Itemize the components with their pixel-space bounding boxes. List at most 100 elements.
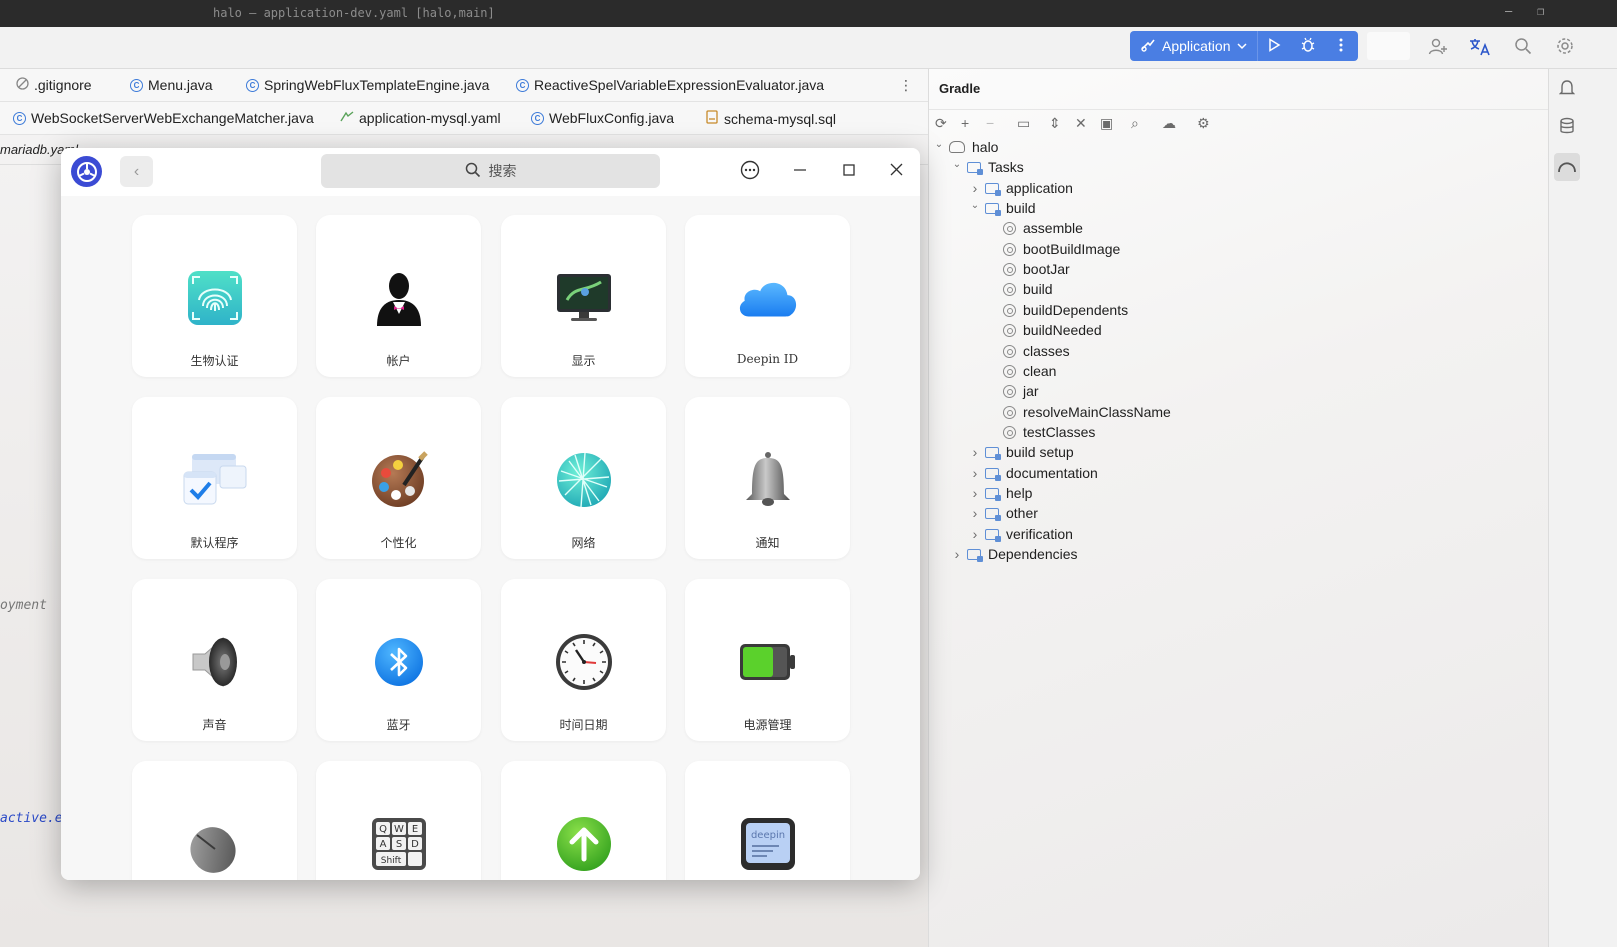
restore-window-button[interactable]: ❐ [1537,4,1544,18]
maximize-button[interactable] [838,160,860,182]
module-card[interactable]: deepin [685,761,850,880]
search-icon[interactable] [1514,37,1532,58]
close-icon [890,163,903,179]
gradle-task-row[interactable]: clean [987,361,1056,381]
code-fragment: active.e [0,811,63,826]
debug-button[interactable] [1291,31,1325,61]
add-user-icon[interactable] [1428,37,1448,60]
gradle-task-icon [1003,384,1016,398]
gradle-tree-node[interactable]: › verification [969,524,1073,544]
gradle-task-row[interactable]: assemble [987,218,1083,238]
editor-tab[interactable]: C WebSocketServerWebExchangeMatcher.java [13,110,314,126]
gradle-task-row[interactable]: build [987,279,1053,299]
gradle-tree-node[interactable]: ⌄ build [969,198,1036,218]
chevron-right-icon[interactable]: › [969,465,981,481]
menu-button[interactable] [739,160,761,182]
gradle-tree-node[interactable]: › other [969,503,1038,523]
module-card[interactable]: 显示 [501,215,666,377]
gradle-tree-label: Tasks [988,159,1024,175]
module-card[interactable]: 网络 [501,397,666,559]
gradle-tree-node[interactable]: › help [969,483,1033,503]
tabs-more-icon[interactable]: ⋮ [899,77,913,94]
chevron-right-icon[interactable]: › [969,526,981,542]
gear-icon[interactable] [1556,37,1574,58]
editor-tab[interactable]: application-mysql.yaml [340,110,501,126]
chevron-down-icon[interactable]: ⌄ [933,139,945,150]
notifications-icon[interactable] [1558,79,1577,97]
gradle-tree-node[interactable]: ⌄ halo [933,137,999,157]
account-icon [366,265,432,331]
close-button[interactable] [885,160,907,182]
editor-tab[interactable]: .gitignore [16,77,92,93]
add-icon[interactable]: + [961,116,969,130]
minimize-window-button[interactable]: — [1505,4,1512,18]
gradle-settings-icon[interactable]: ⚙ [1197,116,1210,130]
gradle-tree-node[interactable]: › application [969,178,1073,198]
module-card[interactable] [501,761,666,880]
database-icon[interactable] [1559,117,1577,135]
right-tool-strip [1548,69,1617,947]
minimize-button[interactable] [789,160,811,182]
chevron-right-icon[interactable]: › [969,444,981,460]
gradle-tree-node[interactable]: › Dependencies [951,544,1078,564]
back-button[interactable]: ‹ [120,156,153,187]
editor-tab[interactable]: C WebFluxConfig.java [531,110,674,126]
module-grid: 生物认证 帐户 显示 Deepin ID 默认程序 个性化 网络 通知 声音 蓝… [61,196,920,880]
gradle-tree-node[interactable]: › build setup [969,442,1074,462]
expand-all-icon[interactable]: ⇕ [1049,116,1061,130]
gradle-task-row[interactable]: buildDependents [987,300,1128,320]
gradle-tool-icon[interactable] [1554,153,1580,181]
module-card[interactable]: Q W E A S D Shift [316,761,481,880]
module-card[interactable]: 蓝牙 [316,579,481,741]
gradle-tree-label: resolveMainClassName [1023,404,1171,420]
reload-icon[interactable]: ⟳ [935,116,947,130]
analyze-dependencies-icon[interactable]: ⌕ [1131,116,1139,130]
chevron-right-icon[interactable]: › [969,180,981,196]
bluetooth-icon [366,629,432,695]
chevron-right-icon[interactable]: › [969,485,981,501]
module-card[interactable]: 声音 [132,579,297,741]
module-label: 显示 [571,354,596,368]
module-card[interactable]: Deepin ID [685,215,850,377]
gradle-task-row[interactable]: resolveMainClassName [987,402,1171,422]
gradle-tree-node[interactable]: › documentation [969,463,1098,483]
gradle-task-row[interactable]: bootBuildImage [987,239,1120,259]
gradle-task-row[interactable]: bootJar [987,259,1070,279]
module-card[interactable]: 生物认证 [132,215,297,377]
gradle-task-icon [1003,242,1016,256]
module-card[interactable]: 时间日期 [501,579,666,741]
group-modules-icon[interactable]: ▣ [1100,116,1113,130]
chevron-right-icon[interactable]: › [969,505,981,521]
module-card[interactable] [132,761,297,880]
chevron-right-icon[interactable]: › [951,546,963,562]
editor-tab[interactable]: C SpringWebFluxTemplateEngine.java [246,77,489,93]
gradle-tree-node[interactable]: ⌄ Tasks [951,157,1024,177]
offline-mode-icon[interactable]: ☁ [1162,116,1176,130]
search-input[interactable]: 搜索 [321,154,660,188]
translate-icon[interactable] [1469,37,1491,60]
chevron-down-icon[interactable]: ⌄ [951,159,963,170]
module-label: 个性化 [380,536,417,550]
run-button[interactable] [1258,31,1292,61]
gradle-task-row[interactable]: classes [987,341,1070,361]
gradle-task-row[interactable]: jar [987,381,1039,401]
editor-tab[interactable]: C Menu.java [130,77,213,93]
remove-icon[interactable]: − [986,116,994,130]
editor-tab[interactable]: C ReactiveSpelVariableExpressionEvaluato… [516,77,824,93]
module-card[interactable]: 个性化 [316,397,481,559]
gradle-task-row[interactable]: testClasses [987,422,1095,442]
run-config-dropdown[interactable]: Application [1130,31,1258,61]
module-card[interactable]: 通知 [685,397,850,559]
collapse-all-icon[interactable]: ✕ [1075,116,1087,130]
run-icon [1267,37,1281,55]
gradle-task-row[interactable]: buildNeeded [987,320,1102,340]
module-card[interactable]: 电源管理 [685,579,850,741]
module-card[interactable]: 默认程序 [132,397,297,559]
chevron-down-icon[interactable]: ⌄ [969,200,981,211]
run-more-button[interactable] [1325,31,1359,61]
editor-tab[interactable]: schema-mysql.sql [705,110,836,127]
gradle-tree-label: buildNeeded [1023,322,1102,338]
module-card[interactable]: 帐户 [316,215,481,377]
module-label: 网络 [571,536,596,550]
tasks-window-icon[interactable]: ▭ [1017,116,1030,130]
